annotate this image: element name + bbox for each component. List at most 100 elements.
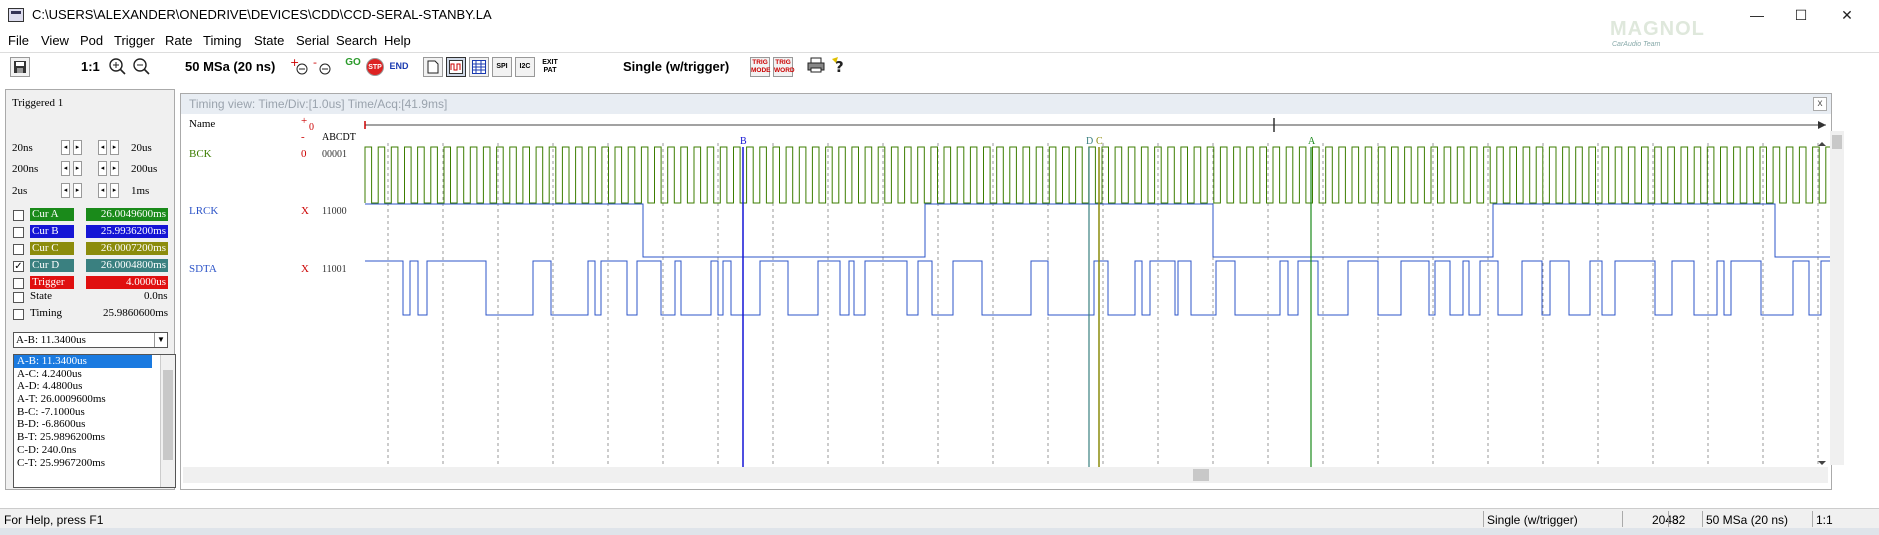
state-checkbox[interactable] (13, 292, 24, 303)
maximize-button[interactable]: ☐ (1779, 4, 1823, 26)
spi-view-button[interactable]: SPI (492, 57, 512, 77)
menu-search[interactable]: Search (336, 33, 377, 48)
step-left-1: 200ns (12, 163, 39, 175)
menu-state[interactable]: State (254, 33, 284, 48)
step-right-0-back-button[interactable]: ◂ (98, 140, 107, 155)
i2c-view-button[interactable]: I2C (515, 57, 535, 77)
step-right-1-fwd-button[interactable]: ▸ (110, 161, 119, 176)
zero-label: 0 (309, 122, 314, 133)
measurement-item[interactable]: A-C: 4.2400us (14, 368, 175, 381)
cursor-label[interactable]: Cur A (30, 208, 74, 221)
cursor-checkbox[interactable] (13, 227, 24, 238)
print-button[interactable] (806, 57, 826, 77)
cursor-label[interactable]: Cur D (30, 259, 74, 272)
zoom-in-button[interactable] (107, 57, 127, 77)
help-button[interactable]: ? (830, 57, 850, 77)
measurement-item[interactable]: A-D: 4.4800us (14, 380, 175, 393)
measurement-item[interactable]: C-T: 25.9967200ms (14, 457, 175, 470)
vertical-scrollbar[interactable] (1830, 131, 1844, 465)
measurement-item[interactable]: B-C: -7.1000us (14, 406, 175, 419)
menu-trigger[interactable]: Trigger (114, 33, 155, 48)
cursor-checkbox[interactable] (13, 210, 24, 221)
step-right-2-fwd-button[interactable]: ▸ (110, 183, 119, 198)
measurement-item[interactable]: A-T: 26.0009600ms (14, 393, 175, 406)
signal-trigger-value: X (301, 205, 309, 217)
status-rate: 50 MSa (20 ns) (1706, 513, 1789, 527)
menu-view[interactable]: View (41, 33, 69, 48)
cursor-minus-icon: - (313, 56, 331, 75)
minimize-button[interactable]: — (1735, 4, 1779, 26)
cursor-checkbox[interactable]: ✓ (13, 261, 24, 272)
menu-serial[interactable]: Serial (296, 33, 329, 48)
menu-pod[interactable]: Pod (80, 33, 103, 48)
step-right-2-back-button[interactable]: ◂ (98, 183, 107, 198)
status-divider (1702, 511, 1703, 527)
waveform-canvas[interactable]: Name +0- ABCDT B D C ABCK 0 00001LRCK X 11000SDTA X… (181, 115, 1831, 470)
step-left-1-back-button[interactable]: ◂ (61, 161, 70, 176)
cursor-value: 26.0007200ms (86, 242, 168, 255)
go-button[interactable]: GO (343, 57, 363, 77)
measurement-item[interactable]: B-T: 25.9896200ms (14, 431, 175, 444)
new-page-button[interactable] (423, 57, 443, 77)
step-right-1-back-button[interactable]: ◂ (98, 161, 107, 176)
step-left-0-back-button[interactable]: ◂ (61, 140, 70, 155)
step-left-2-back-button[interactable]: ◂ (61, 183, 70, 198)
cursor-add-button[interactable]: + (290, 56, 310, 77)
menu-help[interactable]: Help (384, 33, 411, 48)
step-right-2: 1ms (131, 185, 150, 197)
help-question-icon: ? (832, 57, 844, 76)
timing-label: Timing (30, 307, 63, 319)
measurement-item[interactable]: A-B: 11.3400us (14, 355, 152, 368)
measurement-item[interactable]: C-D: 240.0ns (14, 444, 175, 457)
menu-file[interactable]: File (8, 33, 29, 48)
window-title: C:\USERS\ALEXANDER\ONEDRIVE\DEVICES\CDD\… (32, 7, 492, 22)
timing-checkbox[interactable] (13, 309, 24, 320)
cursor-label[interactable]: Trigger (30, 276, 74, 289)
stop-button[interactable]: STP (366, 58, 384, 76)
trig-word-button[interactable]: TRIG WORD (773, 57, 795, 77)
status-divider (1668, 511, 1669, 527)
cursor-checkbox[interactable] (13, 278, 24, 289)
state-view-button[interactable] (469, 57, 489, 77)
menu-timing[interactable]: Timing (203, 33, 242, 48)
cursor-checkbox[interactable] (13, 244, 24, 255)
waveform-icon (449, 60, 463, 74)
step-left-2-fwd-button[interactable]: ▸ (73, 183, 82, 198)
svg-text:-: - (313, 57, 317, 69)
measurement-list-scrollbar[interactable] (160, 355, 175, 487)
measurement-select[interactable]: A-B: 11.3400us ▼ (13, 332, 168, 348)
cursor-label[interactable]: Cur B (30, 225, 74, 238)
app-icon[interactable] (8, 8, 24, 22)
cursor-d-letter: D (1086, 136, 1093, 147)
step-left-1-fwd-button[interactable]: ▸ (73, 161, 82, 176)
horizontal-scroll-thumb[interactable] (1193, 469, 1209, 481)
status-bar: For Help, press F1 Single (w/trigger) 20… (0, 508, 1879, 528)
measurement-item[interactable]: B-D: -6.8600us (14, 418, 175, 431)
menu-rate[interactable]: Rate (165, 33, 192, 48)
trig-mode-button[interactable]: TRIG MODE (750, 57, 771, 77)
zoom-out-icon (133, 58, 150, 75)
save-button[interactable] (10, 57, 30, 77)
sdta-waveform (365, 260, 1831, 316)
step-left-0-fwd-button[interactable]: ▸ (73, 140, 82, 155)
measurement-list-scroll-thumb[interactable] (163, 370, 173, 460)
state-value: 0.0ns (144, 290, 168, 302)
cursor-remove-button[interactable]: - (313, 56, 333, 77)
end-button[interactable]: END (389, 57, 409, 77)
timing-view-button[interactable] (446, 57, 466, 77)
floppy-icon (14, 61, 26, 73)
status-help: For Help, press F1 (4, 513, 104, 527)
exit-pat-button[interactable]: EXIT PAT (540, 57, 560, 77)
timing-view-close-button[interactable]: x (1813, 97, 1827, 111)
chevron-down-icon[interactable]: ▼ (154, 333, 167, 347)
vertical-scroll-thumb[interactable] (1832, 135, 1842, 149)
step-right-0-fwd-button[interactable]: ▸ (110, 140, 119, 155)
bck-waveform (364, 146, 1831, 204)
status-divider (1622, 511, 1623, 527)
close-button[interactable]: ✕ (1825, 4, 1869, 26)
measurement-list[interactable]: A-B: 11.3400us A-C: 4.2400us A-D: 4.4800us… (13, 354, 176, 488)
cursor-label[interactable]: Cur C (30, 242, 74, 255)
horizontal-scrollbar[interactable] (183, 467, 1828, 483)
cursor-value: 26.0004800ms (86, 259, 168, 272)
zoom-out-button[interactable] (131, 57, 151, 77)
